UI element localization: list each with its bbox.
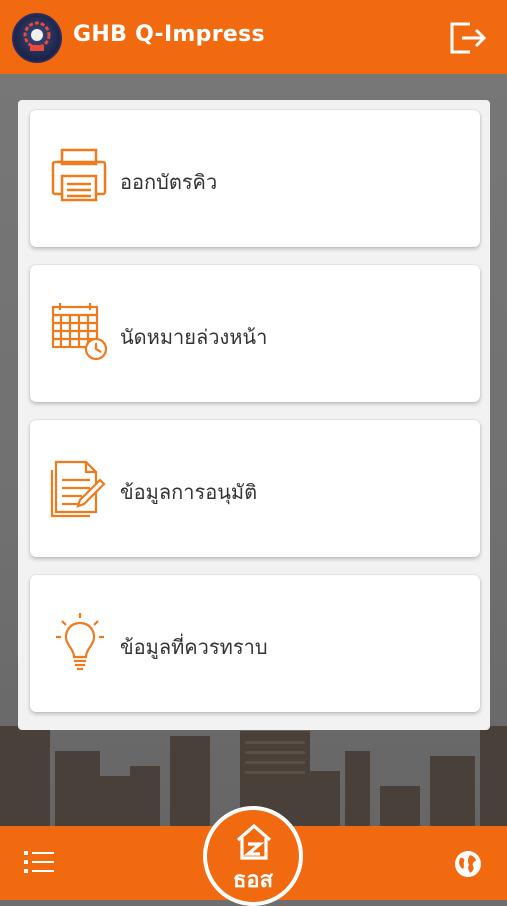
menu-card-queue-ticket[interactable]: ออกบัตรคิว bbox=[30, 110, 480, 247]
app-header: GHB Q-Impress bbox=[0, 0, 507, 74]
menu-label: นัดหมายล่วงหน้า bbox=[120, 325, 268, 349]
center-button-label: ธอส bbox=[232, 868, 274, 893]
menu-card-useful-info[interactable]: ข้อมูลที่ควรทราบ bbox=[30, 575, 480, 712]
logout-icon[interactable] bbox=[448, 20, 488, 56]
menu-label: ออกบัตรคิว bbox=[120, 170, 218, 194]
menu-card-approval-info[interactable]: ข้อมูลการอนุมัติ bbox=[30, 420, 480, 557]
printer-icon bbox=[50, 146, 110, 208]
lightbulb-icon bbox=[50, 611, 110, 673]
menu-card-appointment[interactable]: นัดหมายล่วงหน้า bbox=[30, 265, 480, 402]
app-title: GHB Q-Impress bbox=[73, 22, 265, 47]
menu-label: ข้อมูลการอนุมัติ bbox=[120, 480, 258, 504]
house-logo-icon bbox=[236, 823, 272, 860]
calendar-clock-icon bbox=[50, 301, 110, 363]
ghb-logo-icon bbox=[12, 13, 62, 63]
home-center-button[interactable]: ธอส bbox=[203, 806, 303, 906]
menu-list-icon[interactable] bbox=[24, 849, 56, 875]
menu-label: ข้อมูลที่ควรทราบ bbox=[120, 635, 268, 659]
globe-icon[interactable] bbox=[453, 849, 483, 879]
document-edit-icon bbox=[50, 456, 110, 518]
